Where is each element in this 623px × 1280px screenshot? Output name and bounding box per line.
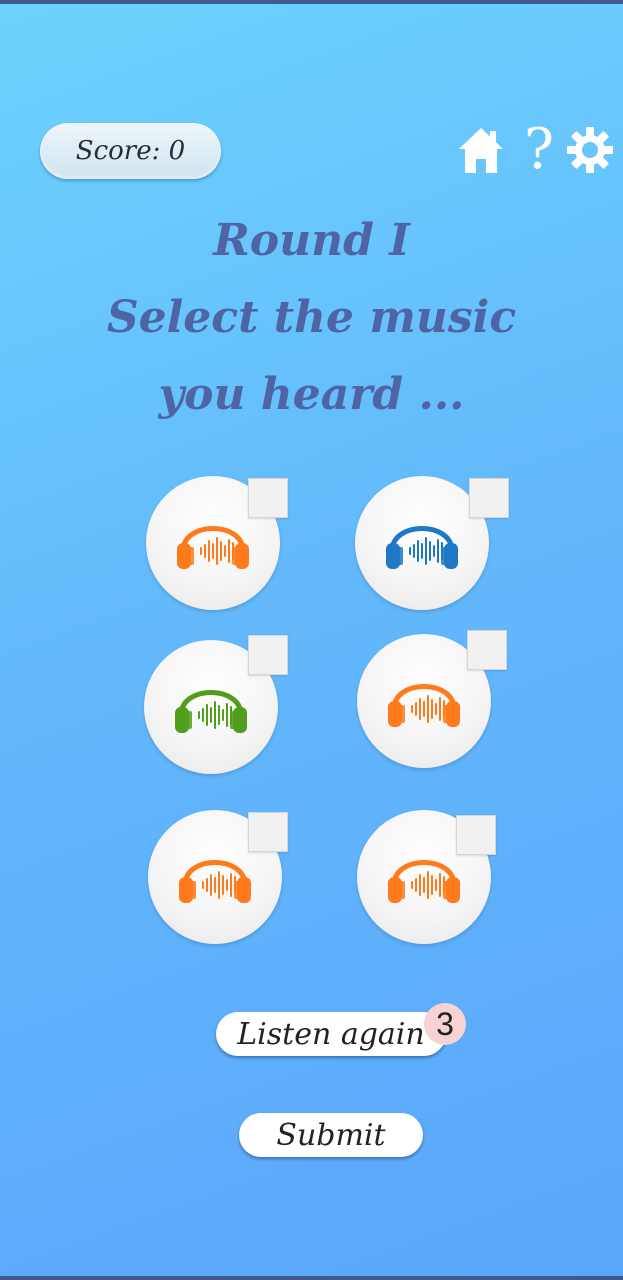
music-option-checkbox[interactable]	[248, 812, 288, 852]
headphones-icon	[177, 526, 249, 569]
music-option-6[interactable]	[357, 810, 496, 946]
listen-again-button[interactable]: Listen again	[216, 1012, 446, 1056]
home-icon[interactable]	[456, 125, 506, 175]
headphones-icon	[386, 526, 458, 569]
headphones-icon	[175, 690, 247, 733]
listen-again-label: Listen again	[237, 1016, 425, 1052]
score-label: Score: 0	[75, 136, 186, 166]
music-option-3[interactable]	[144, 635, 288, 776]
round-title: Round I Select the music you heard ...	[0, 202, 623, 433]
instruction-line-1: Select the music	[106, 292, 517, 343]
score-badge: Score: 0	[40, 123, 221, 179]
top-navigation: ?	[456, 122, 614, 178]
headphones-icon	[388, 860, 460, 903]
bottom-border	[0, 1276, 623, 1280]
music-option-checkbox[interactable]	[469, 478, 509, 518]
submit-label: Submit	[276, 1117, 386, 1153]
round-label: Round I	[213, 215, 410, 266]
music-option-4[interactable]	[357, 630, 507, 770]
headphones-icon	[179, 860, 251, 903]
submit-button[interactable]: Submit	[239, 1113, 423, 1157]
instruction-line-2: you heard ...	[158, 369, 465, 420]
gear-icon[interactable]	[566, 126, 614, 174]
listen-again-count-badge: 3	[424, 1003, 466, 1045]
music-option-2[interactable]	[355, 476, 509, 612]
headphones-icon	[388, 684, 460, 727]
top-border	[0, 0, 623, 4]
music-option-checkbox[interactable]	[467, 630, 507, 670]
music-option-1[interactable]	[146, 476, 288, 612]
music-option-checkbox[interactable]	[456, 815, 496, 855]
music-option-5[interactable]	[148, 810, 288, 946]
help-button[interactable]: ?	[524, 122, 554, 178]
music-option-checkbox[interactable]	[248, 478, 288, 518]
music-option-checkbox[interactable]	[248, 635, 288, 675]
